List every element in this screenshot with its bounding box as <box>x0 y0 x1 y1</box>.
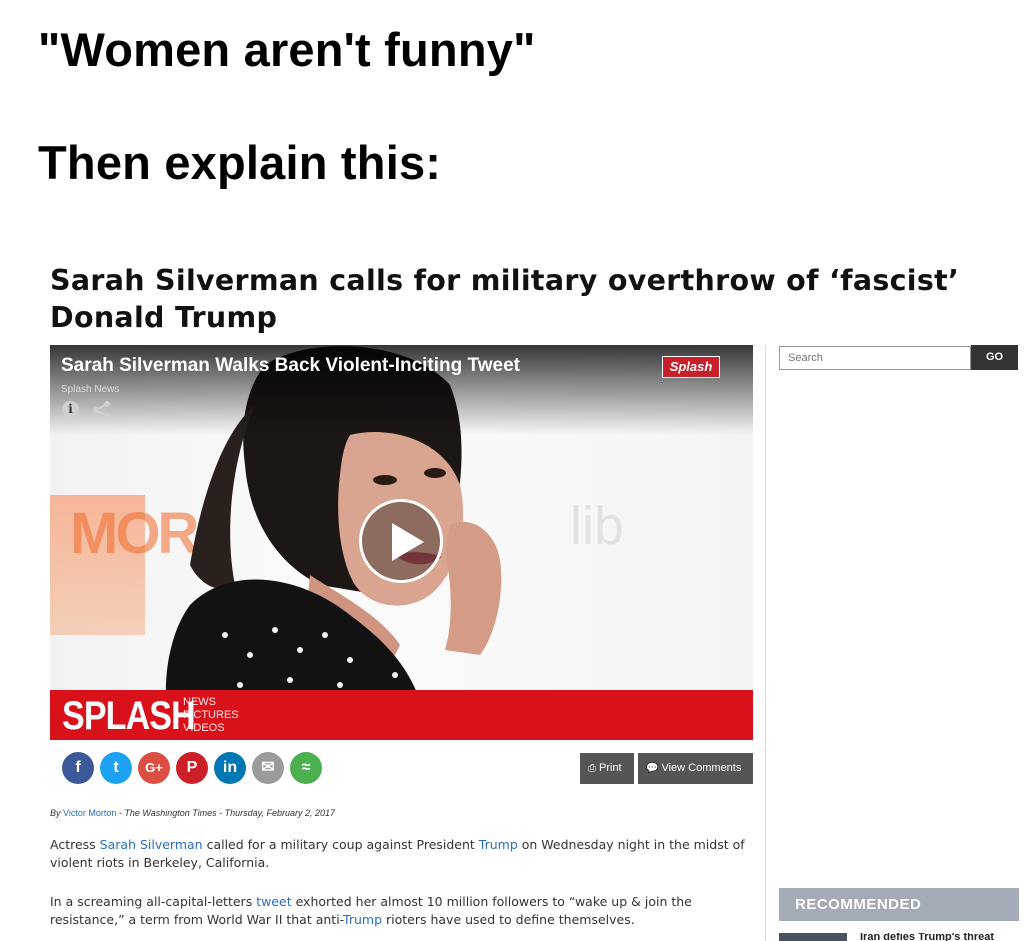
info-icon[interactable]: i <box>62 401 79 418</box>
link-trump[interactable]: Trump <box>479 837 518 852</box>
link-tweet[interactable]: tweet <box>256 894 291 909</box>
meme-caption-line-1: "Women aren't funny" <box>38 23 536 76</box>
video-title[interactable]: Sarah Silverman Walks Back Violent-Incit… <box>61 355 520 377</box>
share-icon[interactable] <box>92 400 112 420</box>
twitter-icon[interactable]: t <box>100 752 132 784</box>
brand-wordmark: SPLASH <box>62 694 196 738</box>
pinterest-icon[interactable]: P <box>176 752 208 784</box>
comments-icon: 💬 <box>646 763 659 774</box>
video-source: Splash News <box>61 384 120 395</box>
view-comments-button[interactable]: 💬 View Comments <box>638 753 753 784</box>
printer-icon: ⎙ <box>588 763 596 774</box>
sharethis-icon[interactable]: ≈ <box>290 752 322 784</box>
meme-caption-line-2: Then explain this: <box>38 136 442 189</box>
article-paragraph: Actress Sarah Silverman called for a mil… <box>50 837 745 870</box>
recommended-thumbnail[interactable] <box>779 933 847 941</box>
brand-tagline: NEWS PICTURES VIDEOS <box>183 696 239 734</box>
recommended-header: RECOMMENDED <box>779 888 1019 921</box>
email-icon[interactable]: ✉ <box>252 752 284 784</box>
google-plus-icon[interactable]: G+ <box>138 752 170 784</box>
video-player[interactable]: MOR lib Sarah Silverman Walks Back Viole… <box>50 345 753 740</box>
social-share-bar: f t G+ P in ✉ ≈ <box>62 752 322 786</box>
play-button[interactable] <box>359 499 443 583</box>
video-brand-bar: SPLASH NEWS PICTURES VIDEOS <box>50 690 753 740</box>
recommended-item-title[interactable]: Iran defies Trump's threat <box>860 933 994 941</box>
search-go-button[interactable]: GO <box>971 345 1018 370</box>
splash-logo-badge: Splash <box>662 356 720 378</box>
linkedin-icon[interactable]: in <box>214 752 246 784</box>
author-link[interactable]: Victor Morton <box>63 808 116 818</box>
print-button[interactable]: ⎙ Print <box>580 753 634 784</box>
link-trump[interactable]: Trump <box>343 912 382 927</box>
link-sarah-silverman[interactable]: Sarah Silverman <box>100 837 203 852</box>
article-paragraph: In a screaming all-capital-letters tweet… <box>50 894 692 927</box>
article-byline: By Victor Morton - The Washington Times … <box>50 808 336 818</box>
sidebar-divider <box>765 345 766 941</box>
search-input[interactable] <box>779 346 971 370</box>
facebook-icon[interactable]: f <box>62 752 94 784</box>
article-headline: Sarah Silverman calls for military overt… <box>50 264 960 334</box>
